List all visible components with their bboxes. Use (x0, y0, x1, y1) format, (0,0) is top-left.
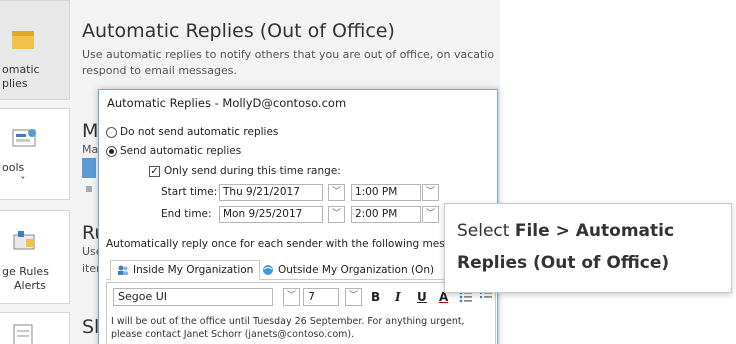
chevron-down-icon[interactable]: ﹀ (328, 206, 345, 223)
start-time-label: Start time: (161, 186, 218, 198)
automatic-replies-icon (12, 31, 34, 49)
radio-send[interactable]: Send automatic replies (106, 145, 241, 157)
end-time-field[interactable]: 2:00 PM (351, 206, 421, 223)
section-heading: Sl (82, 316, 100, 338)
page-description: Use automatic replies to notify others t… (82, 48, 495, 77)
start-date-field[interactable]: Thu 9/21/2017 (219, 184, 323, 201)
nav-tools[interactable]: ools ˇ (0, 108, 70, 200)
people-icon (118, 265, 128, 275)
bold-button[interactable]: B (371, 288, 380, 306)
page-title: Automatic Replies (Out of Office) (82, 20, 395, 42)
radio-button[interactable] (106, 126, 117, 138)
message-editor[interactable]: Segoe UI ﹀ 7 ﹀ B I U A I will be out of … (106, 282, 496, 344)
callout-separator: > (549, 221, 576, 241)
radio-label: Do not send automatic replies (120, 126, 279, 138)
instruction-callout: Select File > Automatic Replies (Out of … (444, 203, 732, 293)
tools-icon (12, 129, 36, 147)
checkmark-icon[interactable]: ✓ (149, 165, 160, 177)
nav-automatic-replies[interactable]: omatic plies (0, 0, 70, 100)
callout-file: File (514, 221, 550, 241)
tab-outside-organization[interactable]: Outside My Organization (On) (256, 260, 440, 280)
chevron-down-icon[interactable]: ﹀ (422, 184, 439, 201)
button-fragment[interactable] (82, 158, 96, 178)
nav-label-line1: omatic (2, 63, 40, 76)
chevron-down-icon[interactable]: ﹀ (345, 288, 362, 306)
bullet (86, 186, 92, 192)
chevron-down-icon[interactable]: ﹀ (283, 288, 300, 306)
automatic-replies-dialog: Automatic Replies - MollyD@contoso.com D… (98, 89, 498, 344)
rules-icon (13, 231, 35, 250)
radio-label: Send automatic replies (120, 145, 242, 157)
chevron-down-icon: ˇ (20, 175, 26, 188)
end-date-field[interactable]: Mon 9/25/2017 (219, 206, 323, 223)
checkbox-label: Only send during this time range: (164, 165, 341, 177)
nav-label-line1: ools (2, 161, 25, 174)
checkbox-time-range[interactable]: ✓ Only send during this time range: (149, 165, 341, 177)
nav-slow[interactable] (0, 312, 70, 344)
slow-icon (13, 324, 33, 344)
callout-text: Select File > Automatic Replies (Out of … (457, 215, 719, 279)
auto-reply-instruction: Automatically reply once for each sender… (106, 238, 479, 250)
message-body[interactable]: I will be out of the office until Tuesda… (111, 315, 491, 341)
tab-label: Outside My Organization (On) (278, 264, 435, 276)
tab-strip: Inside My Organization Outside My Organi… (106, 258, 496, 280)
end-time-label: End time: (161, 208, 212, 220)
radio-do-not-send[interactable]: Do not send automatic replies (106, 126, 278, 138)
font-name-select[interactable]: Segoe UI (113, 288, 273, 306)
chevron-down-icon[interactable]: ﹀ (328, 184, 345, 201)
font-size-select[interactable]: 7 (303, 288, 339, 306)
start-time-field[interactable]: 1:00 PM (351, 184, 421, 201)
section-sub: Ma (82, 143, 99, 156)
section-heading: M (82, 120, 99, 142)
underline-button[interactable]: U (417, 288, 427, 306)
globe-icon (263, 265, 273, 275)
callout-prefix: Select (457, 221, 515, 241)
radio-button[interactable] (106, 145, 117, 157)
tab-label: Inside My Organization (133, 264, 254, 276)
nav-manage-rules[interactable]: ge Rules Alerts (0, 210, 70, 304)
chevron-down-icon[interactable]: ﹀ (422, 206, 439, 223)
nav-label-line2: Alerts (14, 279, 46, 292)
italic-button[interactable]: I (395, 288, 401, 306)
tab-inside-organization[interactable]: Inside My Organization (110, 260, 261, 280)
nav-label-line2: plies (2, 77, 28, 90)
nav-label-line1: ge Rules (2, 265, 49, 278)
backstage-nav: omatic plies ools ˇ ge Rules Alerts (0, 0, 72, 344)
dialog-title: Automatic Replies - MollyD@contoso.com (107, 96, 347, 110)
